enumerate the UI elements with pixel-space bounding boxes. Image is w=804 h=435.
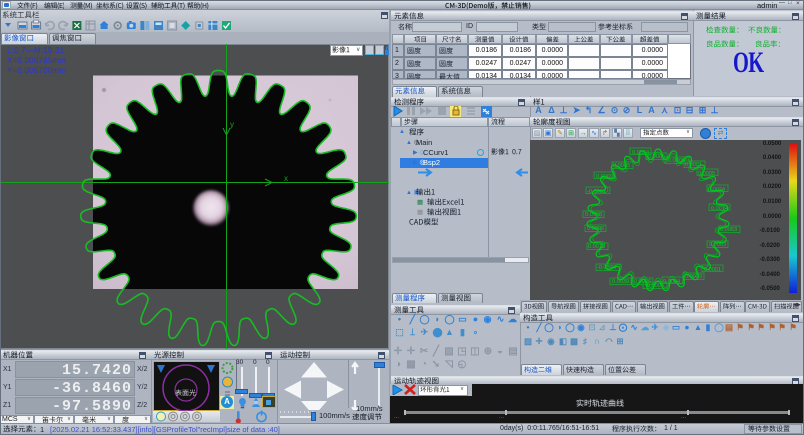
svg-text:x: x [284, 174, 288, 183]
svg-text:0.0005: 0.0005 [613, 163, 630, 169]
svg-text:0.0001: 0.0001 [704, 267, 721, 273]
svg-text:0.0006: 0.0006 [587, 226, 604, 232]
svg-text:-0.0005: -0.0005 [666, 158, 685, 164]
svg-text:0.0024: 0.0024 [708, 187, 725, 193]
svg-text:0.0005: 0.0005 [648, 154, 665, 160]
svg-text:-0.0034: -0.0034 [597, 265, 616, 271]
svg-text:0.0039: 0.0039 [612, 279, 629, 285]
svg-text:0.0014: 0.0014 [711, 206, 728, 212]
svg-text:y: y [230, 120, 234, 129]
svg-text:0.0026: 0.0026 [634, 279, 651, 285]
svg-text:0.0008: 0.0008 [585, 212, 602, 218]
svg-text:-0.0001: -0.0001 [587, 189, 606, 195]
svg-text:0.0001: 0.0001 [685, 162, 702, 168]
svg-text:0.0005: 0.0005 [698, 171, 715, 177]
svg-text:0.0013: 0.0013 [588, 244, 605, 250]
svg-text:0.0024: 0.0024 [632, 150, 649, 156]
svg-text:0.0029: 0.0029 [685, 274, 702, 280]
svg-text:0.0063: 0.0063 [720, 227, 737, 233]
svg-text:0.0009: 0.0009 [596, 174, 613, 180]
svg-text:0.0003: 0.0003 [709, 242, 726, 248]
